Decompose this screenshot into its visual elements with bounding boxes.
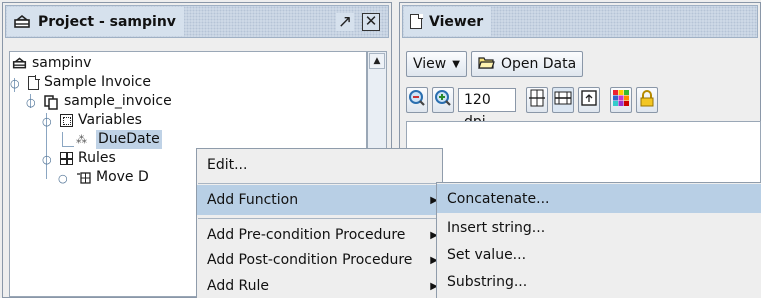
view-dropdown[interactable]: View ▼ [406,51,467,77]
expand-toggle-icon[interactable]: ○ [58,173,68,185]
tree-label-schema: sample_invoice [64,93,172,109]
open-data-label: Open Data [500,56,577,72]
project-title-box: Project - sampinv [7,7,184,36]
tree-label-rules: Rules [78,150,116,166]
viewer-title-box: Viewer [404,7,492,36]
document-icon [28,75,40,90]
menu-item-edit[interactable]: Edit... [197,150,442,180]
tree-label-document: Sample Invoice [44,74,151,90]
tree-label-variables: Variables [78,112,142,128]
fit-page-button[interactable] [578,87,600,113]
close-icon[interactable]: ✕ [362,13,380,31]
tree-node-schema[interactable]: sample_invoice [44,92,172,111]
variable-icon: ⁂ [76,132,87,146]
collapse-toggle-icon[interactable]: ○ [26,97,36,109]
tree-label-duedate: DueDate [96,130,162,149]
tree-line [62,146,74,147]
menu-separator [198,183,441,184]
chevron-down-icon: ▼ [452,58,460,70]
view-dropdown-label: View [413,56,447,72]
zoom-out-icon [408,89,426,111]
grid-icon [60,152,73,165]
collapse-toggle-icon[interactable]: ○ [42,154,52,166]
submenu-item-set-value[interactable]: Set value... [437,241,761,268]
zoom-dpi-field[interactable]: 120 dpi [458,88,516,130]
tree-label-root: sampinv [32,55,92,71]
fit-width-button[interactable] [526,87,548,113]
tree-node-rules[interactable]: Rules [60,149,116,168]
tree-node-variables[interactable]: Variables [60,111,142,130]
viewer-toolbar-top: View ▼ Open Data [406,50,584,78]
menu-item-add-rule[interactable]: Add Rule ▶ [197,271,442,298]
submenu-item-label: Substring... [447,273,528,290]
tree-line [62,132,63,146]
color-palette-icon [613,90,629,110]
copy-document-icon [44,94,59,110]
project-title: Project - sampinv [38,13,176,30]
project-titlebar[interactable]: Project - sampinv ↗ ✕ [5,5,389,38]
fit-page-icon [580,89,598,111]
menu-separator [198,218,441,219]
variables-folder-icon [60,114,73,127]
fit-width-icon [528,89,546,111]
rule-icon [76,171,91,185]
tree-label-rule: Move D [96,169,149,185]
viewer-title: Viewer [429,13,484,30]
lock-button[interactable] [636,87,658,113]
fit-height-button[interactable] [552,87,574,113]
float-window-icon[interactable]: ↗ [336,13,354,31]
project-icon [13,13,31,31]
tree-node-rule[interactable]: Move D [76,168,149,187]
viewer-toolbar-bottom: 120 dpi [406,86,658,130]
folder-open-icon [478,56,495,73]
scroll-up-icon[interactable]: ▲ [369,53,385,69]
project-icon [12,56,27,71]
zoom-in-icon [434,89,452,111]
tree-node-root[interactable]: sampinv [12,54,91,73]
open-data-button[interactable]: Open Data [470,51,584,77]
submenu-item-concatenate[interactable]: Concatenate... [437,184,761,213]
viewer-titlebar[interactable]: Viewer [402,5,758,38]
tree-node-duedate[interactable]: ⁂ DueDate [76,130,162,149]
color-palette-button[interactable] [610,87,632,113]
menu-item-label: Edit... [207,157,248,173]
fit-height-icon [554,89,572,111]
collapse-toggle-icon[interactable]: ○ [42,116,52,128]
submenu-item-label: Set value... [447,246,527,263]
submenu-item-insert-string[interactable]: Insert string... [437,214,761,241]
submenu-item-substring[interactable]: Substring... [437,268,761,295]
context-menu: Edit... Add Function ▶ Add Pre-condition… [196,148,443,298]
menu-item-add-function[interactable]: Add Function ▶ [197,185,442,215]
zoom-in-button[interactable] [432,87,454,113]
tree-node-document[interactable]: Sample Invoice [28,73,151,92]
menu-item-label: Add Post-condition Procedure [207,252,413,268]
menu-item-label: Add Rule [207,278,270,294]
zoom-out-button[interactable] [406,87,428,113]
add-function-submenu: Concatenate... Insert string... Set valu… [436,182,761,298]
submenu-item-label: Insert string... [447,219,546,236]
menu-item-label: Add Pre-condition Procedure [207,227,406,243]
document-icon [410,13,423,29]
menu-item-label: Add Function [207,192,299,208]
lock-icon [640,89,654,111]
submenu-item-label: Concatenate... [447,190,550,207]
collapse-toggle-icon[interactable]: ○ [10,78,20,90]
